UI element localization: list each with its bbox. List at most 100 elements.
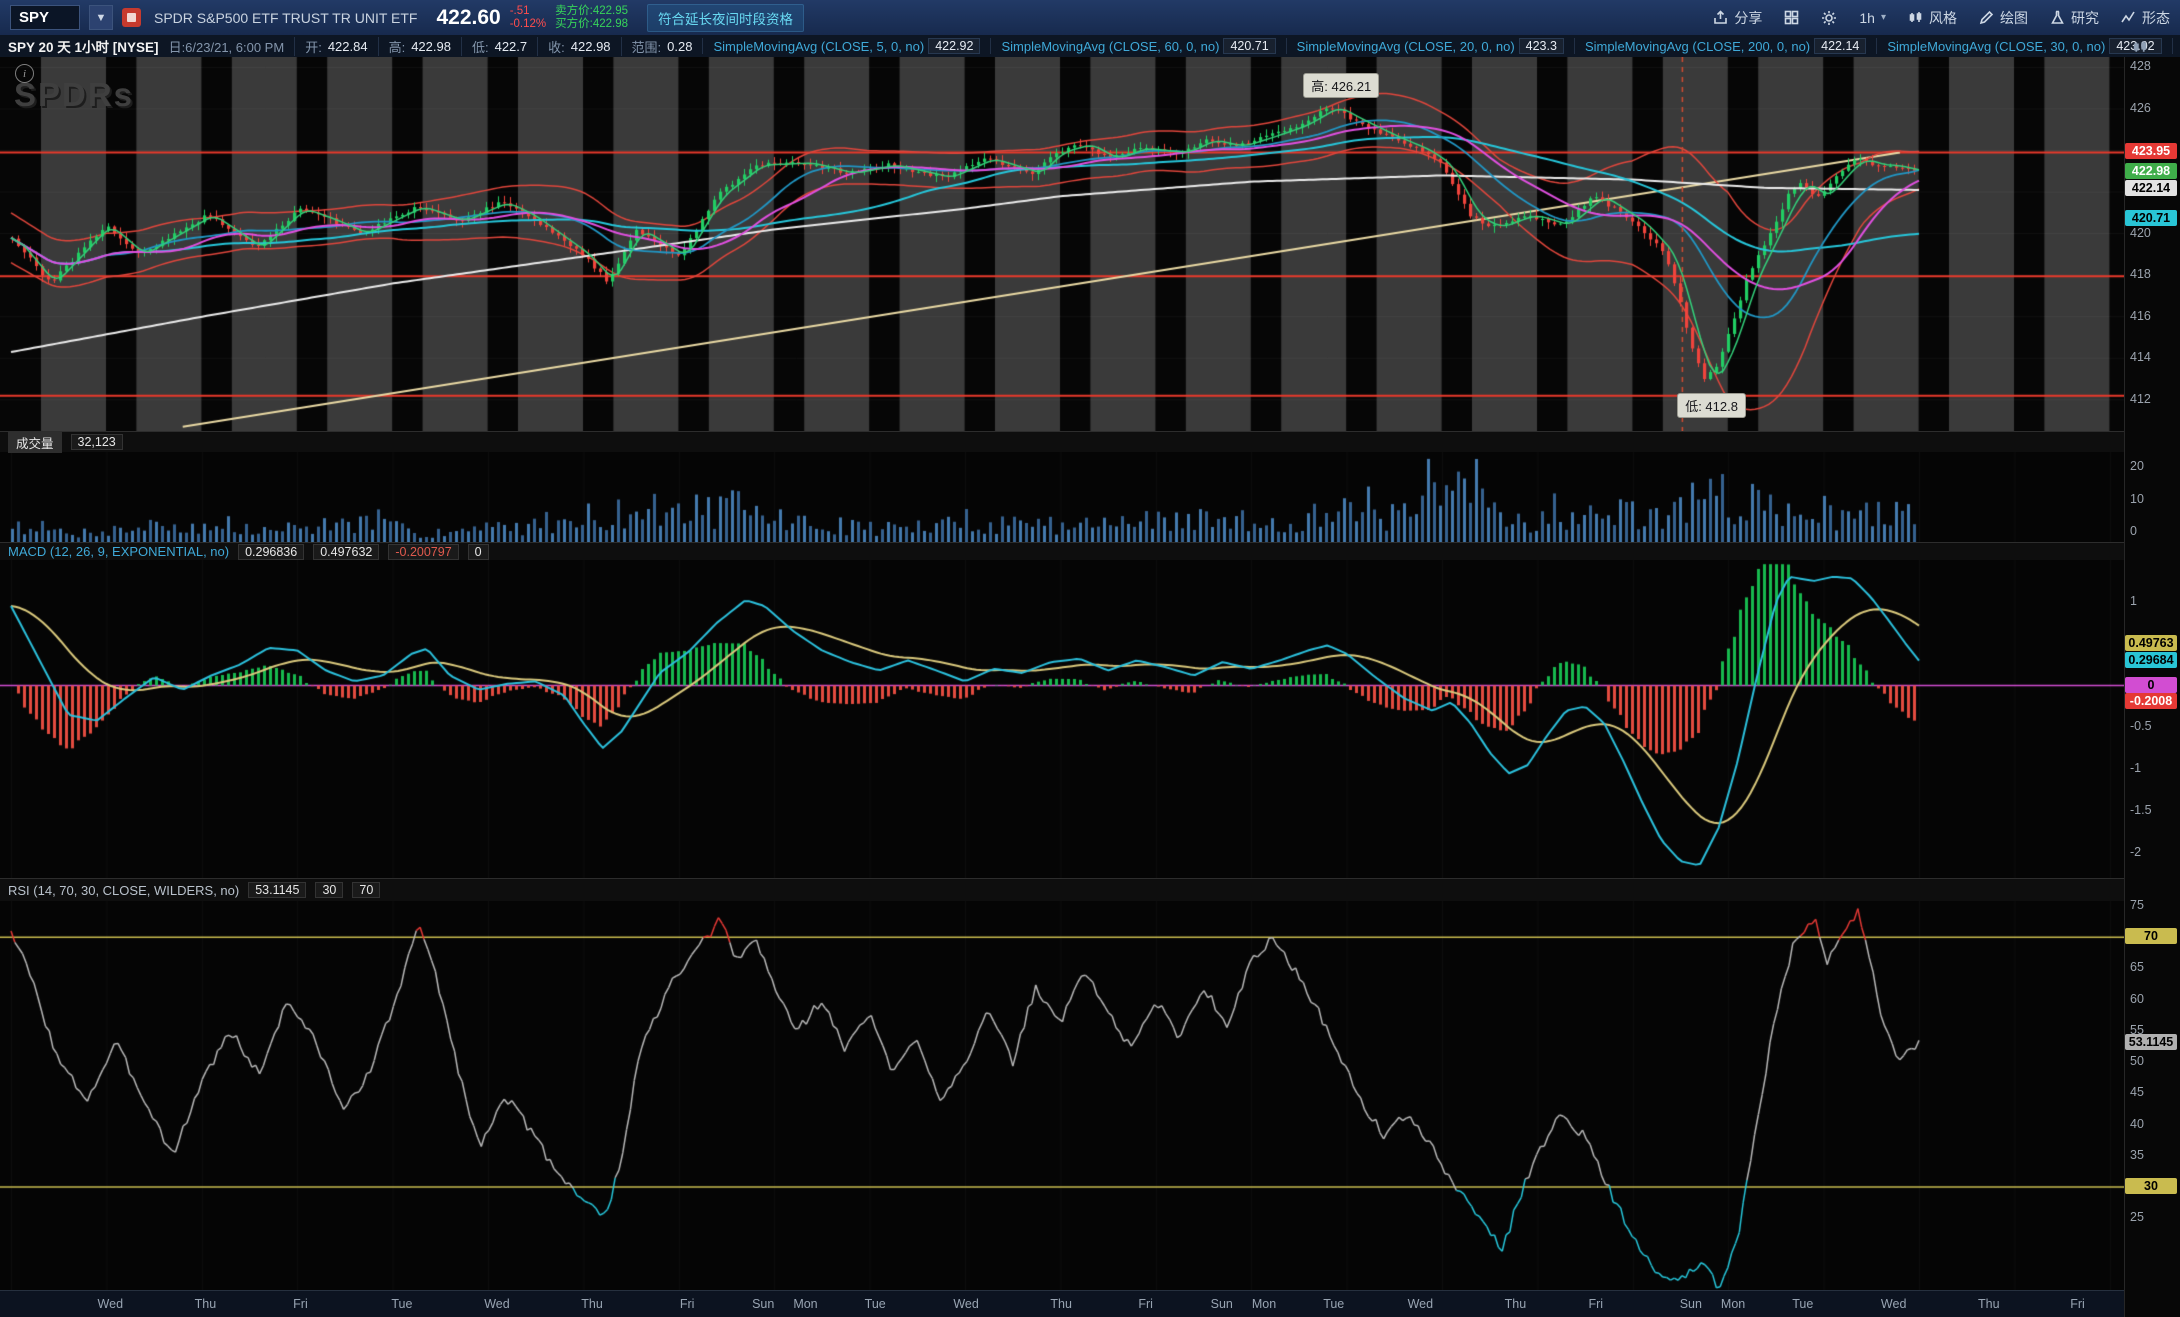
share-button[interactable]: 分享 xyxy=(1713,8,1762,28)
bid-price: 买方价:422.98 xyxy=(555,18,628,31)
symbol-dropdown-button[interactable]: ▼ xyxy=(89,5,113,30)
symbol-input[interactable]: SPY xyxy=(10,5,80,30)
time-axis-label: Wed xyxy=(477,1297,517,1311)
time-axis-label: Wed xyxy=(1874,1297,1914,1311)
timeframe-label: 1h xyxy=(1859,10,1875,26)
study-sma20[interactable]: SimpleMovingAvg (CLOSE, 20, 0, no)423.3 xyxy=(1286,38,1564,54)
time-axis-label: Mon xyxy=(1244,1297,1284,1311)
price-change: -.51 -0.12% xyxy=(510,5,546,31)
draw-label: 绘图 xyxy=(2000,8,2028,28)
time-axis-label: Tue xyxy=(855,1297,895,1311)
spdrs-watermark: SPDRs xyxy=(14,76,134,114)
time-axis-label: Fri xyxy=(1576,1297,1616,1311)
macd-pane[interactable] xyxy=(0,560,2124,878)
time-axis-label: Wed xyxy=(90,1297,130,1311)
style-button[interactable]: 风格 xyxy=(1908,8,1957,28)
rsi-oversold: 30 xyxy=(315,882,343,898)
chart-style-icon xyxy=(1908,10,1923,25)
chevron-down-icon: ▾ xyxy=(1881,12,1886,23)
top-toolbar: SPY ▼ SPDR S&P500 ETF TRUST TR UNIT ETF … xyxy=(0,0,2180,35)
time-axis[interactable]: WedThuFriTueWedThuFriSunMonTueWedThuFriS… xyxy=(0,1290,2124,1317)
time-axis-label: Fri xyxy=(667,1297,707,1311)
time-axis-label: Fri xyxy=(2058,1297,2098,1311)
patterns-button[interactable]: 形态 xyxy=(2121,8,2170,28)
info-icon[interactable]: i xyxy=(15,64,34,83)
chevron-down-icon: ▼ xyxy=(96,12,107,24)
study-bollinger[interactable]: BollingerBands (CLOSE, 0, 20, -2.0, 2.0,… xyxy=(2172,38,2180,54)
volume-canvas[interactable] xyxy=(0,452,2124,542)
rsi-header: RSI (14, 70, 30, CLOSE, WILDERS, no) 53.… xyxy=(0,878,2124,901)
study-sma60[interactable]: SimpleMovingAvg (CLOSE, 60, 0, no)420.71 xyxy=(990,38,1275,54)
time-axis-label: Tue xyxy=(382,1297,422,1311)
macd-label[interactable]: MACD (12, 26, 9, EXPONENTIAL, no) xyxy=(8,544,229,559)
time-axis-label: Thu xyxy=(185,1297,225,1311)
extended-session-badge: 符合延长夜间时段资格 xyxy=(647,4,804,32)
time-axis-label: Thu xyxy=(1969,1297,2009,1311)
price-chart-pane[interactable] xyxy=(0,57,2124,431)
gear-icon xyxy=(1821,10,1837,26)
time-axis-label: Mon xyxy=(785,1297,825,1311)
time-axis-label: Wed xyxy=(946,1297,986,1311)
volume-label[interactable]: 成交量 xyxy=(8,432,62,453)
ohlc-low: 低:422.7 xyxy=(461,37,527,56)
macd-zero: 0 xyxy=(468,544,489,560)
change-value: -.51 xyxy=(510,5,546,18)
rsi-pane[interactable] xyxy=(0,901,2124,1290)
time-axis-label: Thu xyxy=(1495,1297,1535,1311)
volume-header: 成交量 32,123 xyxy=(0,431,2124,452)
draw-button[interactable]: 绘图 xyxy=(1979,8,2028,28)
time-axis-label: Sun xyxy=(743,1297,783,1311)
grid-view-button[interactable] xyxy=(1784,10,1799,25)
change-percent: -0.12% xyxy=(510,18,546,31)
macd-header: MACD (12, 26, 9, EXPONENTIAL, no) 0.2968… xyxy=(0,542,2124,560)
flask-icon xyxy=(2050,10,2065,25)
chart-title: SPY 20 天 1小时 [NYSE] xyxy=(8,36,159,56)
price-chart-canvas[interactable] xyxy=(0,57,2124,431)
time-axis-label: Fri xyxy=(1126,1297,1166,1311)
price-axis-column[interactable] xyxy=(2124,35,2180,1317)
ask-price: 卖方价:422.95 xyxy=(555,5,628,18)
time-axis-label: Sun xyxy=(1202,1297,1242,1311)
share-icon xyxy=(1713,10,1728,25)
macd-avg: 0.497632 xyxy=(313,544,379,560)
settings-button[interactable] xyxy=(1821,10,1837,26)
bid-ask: 卖方价:422.95 买方价:422.98 xyxy=(555,5,628,31)
time-axis-label: Fri xyxy=(280,1297,320,1311)
study-sma5[interactable]: SimpleMovingAvg (CLOSE, 5, 0, no)422.92 xyxy=(702,38,980,54)
chart-datetime: 日:6/23/21, 6:00 PM xyxy=(169,37,285,56)
share-label: 分享 xyxy=(1734,8,1762,28)
macd-canvas[interactable] xyxy=(0,560,2124,878)
time-axis-label: Sun xyxy=(1671,1297,1711,1311)
rsi-value: 53.1145 xyxy=(248,882,306,898)
ohlc-range: 范围:0.28 xyxy=(621,37,693,56)
grid-icon xyxy=(1784,10,1799,25)
studies-button[interactable]: 研究 xyxy=(2050,8,2099,28)
rsi-overbought: 70 xyxy=(352,882,380,898)
volume-value: 32,123 xyxy=(71,434,123,450)
rsi-label[interactable]: RSI (14, 70, 30, CLOSE, WILDERS, no) xyxy=(8,883,239,898)
company-name: SPDR S&P500 ETF TRUST TR UNIT ETF xyxy=(154,10,417,26)
time-axis-label: Tue xyxy=(1314,1297,1354,1311)
chart-header-row: SPY 20 天 1小时 [NYSE] 日:6/23/21, 6:00 PM 开… xyxy=(0,35,2180,57)
alert-flag-icon[interactable] xyxy=(122,8,141,27)
ohlc-high: 高:422.98 xyxy=(378,37,451,56)
ohlc-open: 开:422.84 xyxy=(294,37,367,56)
time-axis-label: Wed xyxy=(1400,1297,1440,1311)
pencil-icon xyxy=(1979,10,1994,25)
macd-diff: -0.200797 xyxy=(388,544,458,560)
chart-settings-icon[interactable] xyxy=(2132,39,2148,60)
time-axis-label: Thu xyxy=(1041,1297,1081,1311)
trading-platform-window: SPY ▼ SPDR S&P500 ETF TRUST TR UNIT ETF … xyxy=(0,0,2180,1317)
volume-pane[interactable] xyxy=(0,452,2124,542)
time-axis-label: Mon xyxy=(1713,1297,1753,1311)
symbol-text: SPY xyxy=(19,9,49,26)
time-axis-label: Tue xyxy=(1783,1297,1823,1311)
patterns-label: 形态 xyxy=(2142,8,2170,28)
zigzag-pattern-icon xyxy=(2121,10,2136,25)
rsi-canvas[interactable] xyxy=(0,901,2124,1290)
study-sma30[interactable]: SimpleMovingAvg (CLOSE, 30, 0, no)423.02 xyxy=(1876,38,2161,54)
timeframe-button[interactable]: 1h ▾ xyxy=(1859,10,1886,26)
time-axis-label: Thu xyxy=(572,1297,612,1311)
study-sma200[interactable]: SimpleMovingAvg (CLOSE, 200, 0, no)422.1… xyxy=(1574,38,1866,54)
ohlc-close: 收:422.98 xyxy=(537,37,610,56)
